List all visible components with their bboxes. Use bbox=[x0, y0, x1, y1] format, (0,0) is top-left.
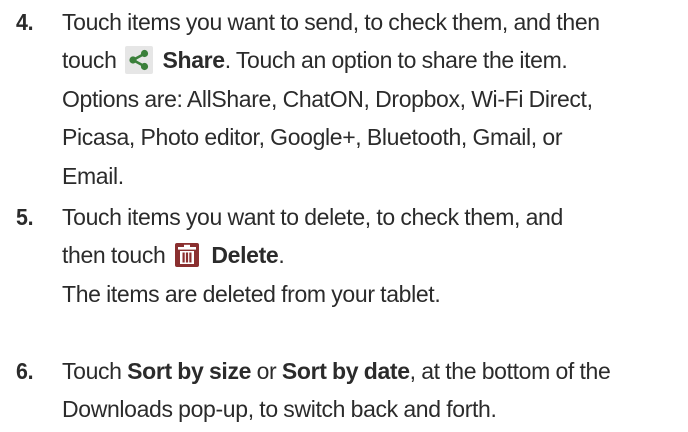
step-text: Touch Sort by size or Sort by date, at t… bbox=[62, 352, 688, 429]
step-line: Email. bbox=[62, 162, 124, 189]
step-number: 6. bbox=[16, 358, 34, 384]
step-text-segment: . Touch an option to share the item. bbox=[224, 47, 568, 74]
step-line: Touch Sort by size or Sort by date, at t… bbox=[62, 352, 688, 390]
step-line: Options are: AllShare, ChatON, Dropbox, … bbox=[62, 85, 593, 112]
step-line: Touch items you want to send, to check t… bbox=[62, 9, 600, 35]
delete-label: Delete bbox=[211, 242, 279, 269]
sort-by-date-label: Sort by date bbox=[281, 358, 410, 384]
step-line: touch Share. Touch an option to share th… bbox=[62, 41, 688, 79]
step-text: Touch items you want to send, to check t… bbox=[62, 3, 688, 195]
share-label: Share bbox=[162, 47, 226, 74]
step-text-segment: or bbox=[251, 358, 282, 384]
step-line: Touch items you want to delete, to check… bbox=[62, 204, 563, 230]
step-text-segment: then touch bbox=[62, 242, 166, 269]
step-line: then touch Delete. bbox=[62, 236, 688, 274]
share-icon bbox=[124, 46, 153, 75]
step-text: Touch items you want to delete, to check… bbox=[62, 198, 688, 313]
step-text-segment: . bbox=[278, 242, 285, 269]
step-line: Downloads pop-up, to switch back and for… bbox=[62, 396, 497, 423]
step-number: 5. bbox=[16, 204, 34, 230]
step-line: The items are deleted from your tablet. bbox=[62, 280, 441, 307]
step-text-segment: touch bbox=[62, 47, 117, 74]
step-text-segment: Touch bbox=[62, 358, 128, 384]
trash-icon bbox=[173, 241, 201, 269]
step-line: Picasa, Photo editor, Google+, Bluetooth… bbox=[62, 124, 563, 151]
instruction-page: 4. Touch items you want to send, to chec… bbox=[0, 0, 688, 432]
sort-by-size-label: Sort by size bbox=[127, 358, 252, 384]
step-text-segment: , at the bottom of the bbox=[409, 358, 611, 384]
step-number: 4. bbox=[16, 9, 34, 35]
